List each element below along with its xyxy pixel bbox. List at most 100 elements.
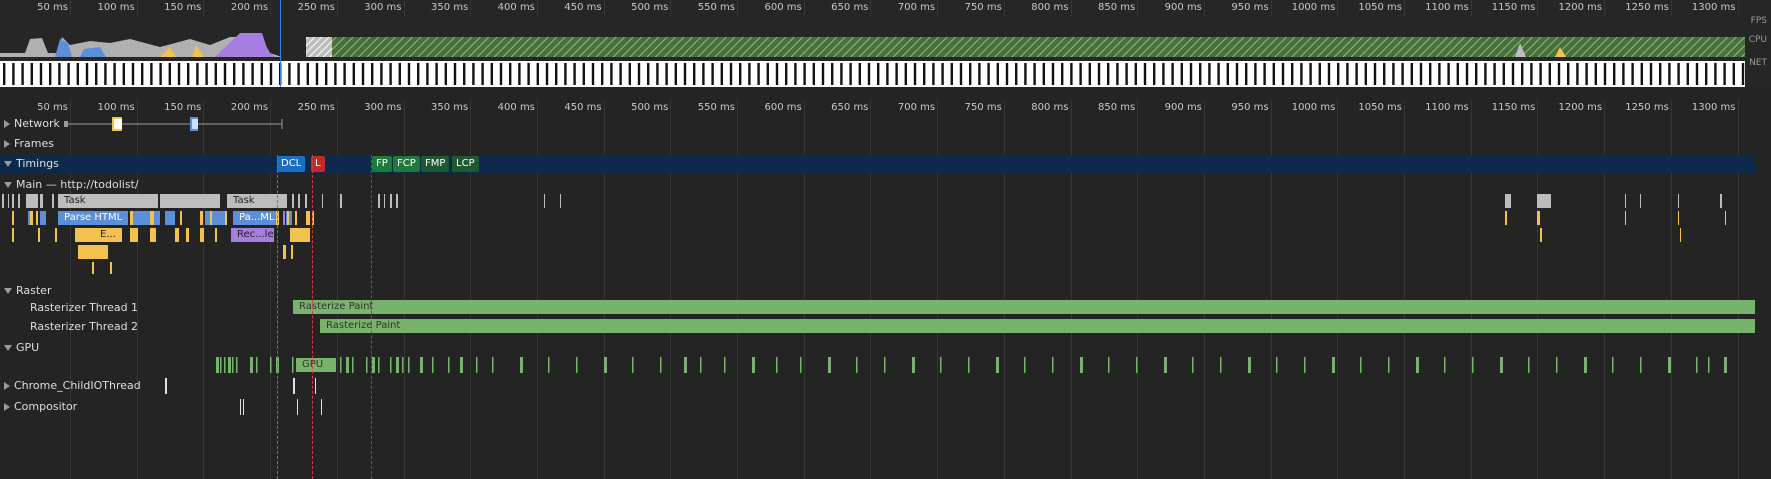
gpu-sliver <box>884 357 886 373</box>
track-timings[interactable]: Timings <box>4 157 59 170</box>
task-bar[interactable]: Task <box>227 194 287 208</box>
net-stripe <box>665 63 668 85</box>
net-stripe <box>904 63 907 85</box>
task-sliver <box>390 194 392 208</box>
net-stripe <box>3 63 6 85</box>
net-stripe <box>812 63 815 85</box>
load-marker[interactable]: L <box>311 156 325 172</box>
gpu-sliver <box>968 357 970 373</box>
net-stripe <box>463 63 466 85</box>
task-sliver <box>52 194 54 208</box>
fmp-marker[interactable]: FMP <box>421 156 450 172</box>
net-stripe <box>877 63 880 85</box>
overview-tick-label: 900 ms <box>1164 2 1202 13</box>
net-stripe <box>1502 63 1505 85</box>
net-stripe <box>1162 63 1165 85</box>
track-rasterizer-2[interactable]: Rasterizer Thread 2 <box>30 320 138 333</box>
overview-tick-label: 1200 ms <box>1558 2 1603 13</box>
net-stripe <box>1484 63 1487 85</box>
gpu-task-bar[interactable]: GPU <box>296 358 336 372</box>
track-compositor[interactable]: Compositor <box>4 400 77 413</box>
evaluate-script-bar[interactable]: E... <box>94 228 122 242</box>
net-stripe <box>683 63 687 85</box>
script-sliver <box>55 228 57 242</box>
gpu-sliver <box>352 357 354 373</box>
net-stripe <box>619 63 622 85</box>
net-stripe <box>1530 63 1533 85</box>
overview-tick-label: 1150 ms <box>1491 2 1536 13</box>
tick-line <box>1003 0 1005 16</box>
parse-html-bar[interactable]: Parse HTML <box>58 211 128 225</box>
net-stripe <box>1603 63 1607 85</box>
gpu-sliver <box>420 357 423 373</box>
script-sliver <box>150 211 154 225</box>
net-stripe <box>1373 63 1377 85</box>
recalc-style-bar[interactable]: Rec...le <box>231 228 274 242</box>
overview-tick-label: 300 ms <box>364 2 402 13</box>
track-rasterizer-1[interactable]: Rasterizer Thread 1 <box>30 301 138 314</box>
script-sliver <box>130 228 138 242</box>
overview-panel[interactable]: 50 ms 100 ms 150 ms 200 ms 250 ms 300 ms 350 m… <box>0 0 1771 87</box>
net-stripe <box>702 63 705 85</box>
net-stripe <box>509 63 512 85</box>
cpu-chart <box>0 33 1745 57</box>
net-stripe <box>527 63 530 85</box>
net-stripe <box>1107 63 1110 85</box>
overview-tick-label: 950 ms <box>1231 2 1269 13</box>
net-stripe <box>1125 63 1128 85</box>
overview-tick-label: 250 ms <box>297 2 335 13</box>
net-stripe <box>1042 63 1045 85</box>
net-stripe <box>1088 63 1091 85</box>
gpu-flame-chart[interactable] <box>0 357 1755 373</box>
task-bar[interactable]: Task <box>58 194 158 208</box>
tick-line <box>270 0 272 16</box>
tick-line <box>1604 0 1606 16</box>
gpu-sliver <box>346 357 349 373</box>
task-sliver <box>560 194 561 208</box>
collapse-icon <box>4 182 12 188</box>
script-sliver <box>1625 211 1626 225</box>
render-sliver <box>283 211 285 225</box>
fp-marker[interactable]: FP <box>372 156 392 172</box>
track-main[interactable]: Main — http://todolist/ <box>4 178 139 191</box>
parse-html-bar[interactable]: Pa...ML <box>233 211 275 225</box>
task-sliver <box>160 194 220 208</box>
task-sliver <box>2 194 4 208</box>
track-child-io[interactable]: Chrome_ChildIOThread <box>4 379 141 392</box>
net-stripe <box>1585 63 1588 85</box>
gpu-sliver <box>366 357 368 373</box>
rasterize-paint-bar[interactable]: Rasterize Paint <box>320 319 1755 333</box>
track-network[interactable]: Network <box>4 117 60 130</box>
dcl-marker[interactable]: DCL <box>277 156 306 172</box>
rasterize-paint-bar[interactable]: Rasterize Paint <box>293 300 1755 314</box>
script-sliver <box>1540 228 1542 242</box>
net-stripe <box>591 63 595 85</box>
gpu-sliver <box>1304 357 1306 373</box>
overview-selection-line <box>280 0 281 87</box>
gpu-sliver <box>270 357 272 373</box>
tick-line <box>737 0 738 16</box>
net-stripe <box>1383 63 1386 85</box>
net-stripe <box>1180 63 1183 85</box>
net-stripe <box>1668 63 1671 85</box>
gpu-sliver <box>224 357 226 373</box>
script-sliver <box>12 211 14 225</box>
task-sliver <box>1720 194 1722 208</box>
net-stripe <box>1640 63 1643 85</box>
track-raster[interactable]: Raster <box>4 284 51 297</box>
overview-tick-label: 850 ms <box>1097 2 1136 13</box>
net-stripe <box>1300 63 1303 85</box>
lcp-marker[interactable]: LCP <box>452 156 479 172</box>
gpu-sliver <box>1108 357 1110 373</box>
track-gpu[interactable]: GPU <box>4 341 39 354</box>
track-frames[interactable]: Frames <box>4 137 54 150</box>
net-stripe <box>849 63 852 85</box>
fcp-marker[interactable]: FCP <box>393 156 420 172</box>
net-stripe <box>1465 63 1469 85</box>
net-stripe <box>352 63 355 85</box>
net-stripe <box>1143 63 1147 85</box>
net-stripe <box>95 63 98 85</box>
overview-tick-label: 500 ms <box>631 2 669 13</box>
gpu-sliver <box>232 357 234 373</box>
net-stripe <box>150 63 153 85</box>
